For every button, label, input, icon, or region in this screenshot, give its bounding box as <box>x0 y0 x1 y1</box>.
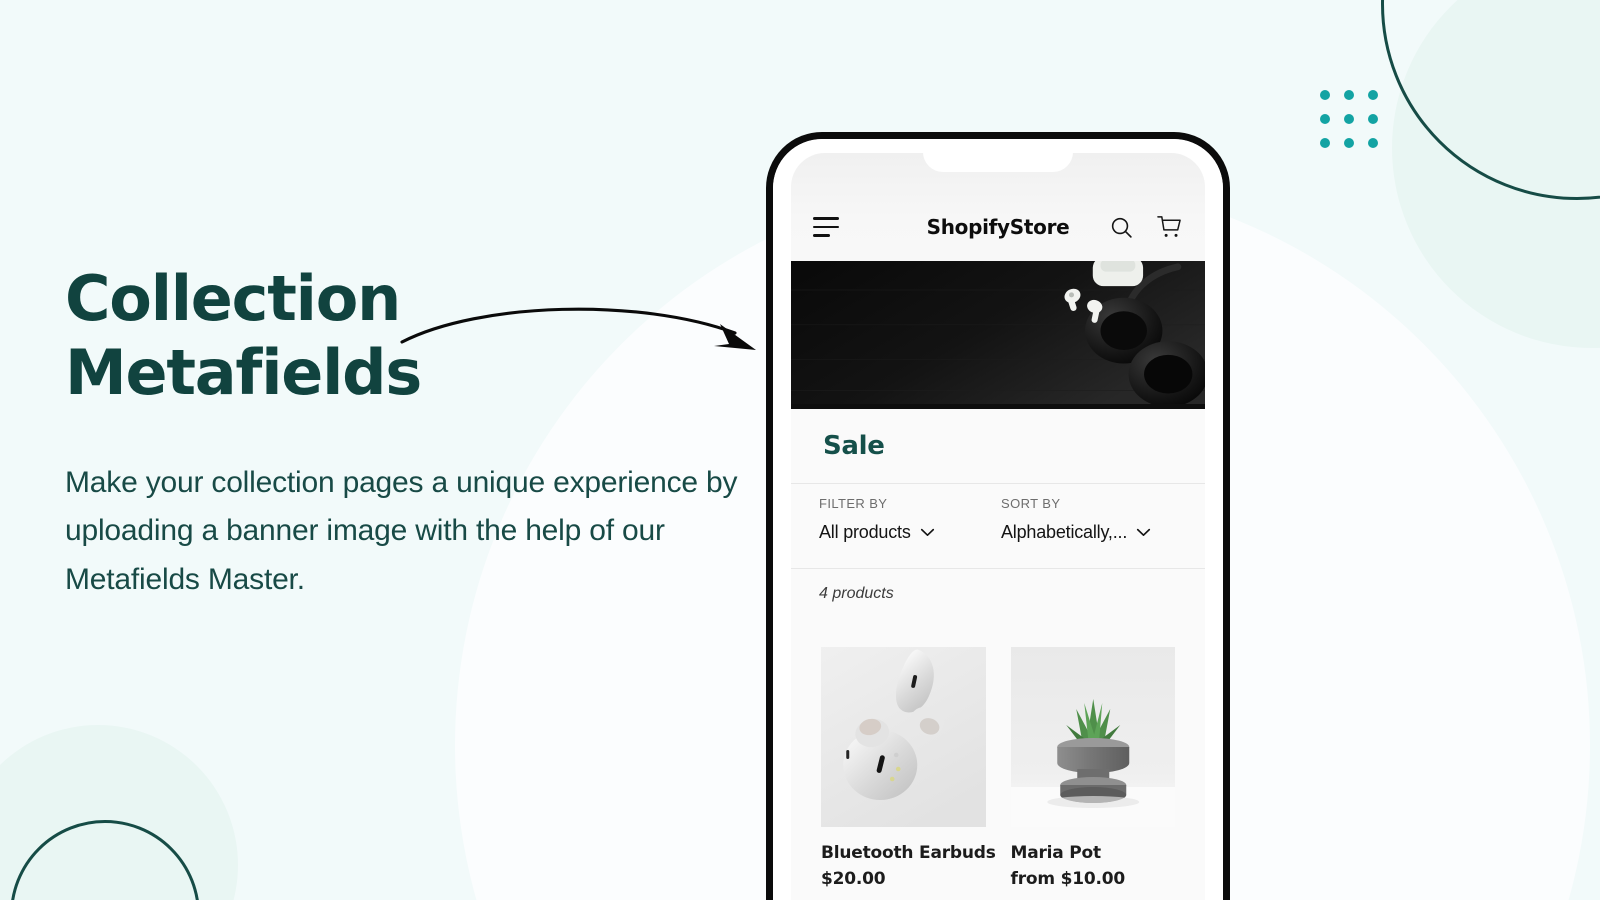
dot-icon <box>1344 90 1354 100</box>
sort-by-dropdown[interactable]: Alphabetically,... <box>1001 522 1183 543</box>
product-price: $20.00 <box>821 869 886 889</box>
search-icon[interactable] <box>1109 215 1134 240</box>
dot-grid-decoration <box>1320 90 1378 148</box>
sort-by-group: SORT BY Alphabetically,... <box>1001 496 1183 568</box>
hamburger-menu-icon[interactable] <box>813 217 839 237</box>
sort-by-label: SORT BY <box>1001 496 1061 511</box>
filter-by-group: FILTER BY All products <box>819 496 1001 568</box>
dot-icon <box>1368 90 1378 100</box>
shopping-cart-icon[interactable] <box>1156 215 1183 240</box>
dot-icon <box>1320 114 1330 124</box>
blob-top-right <box>1392 0 1600 348</box>
phone-notch <box>923 139 1073 172</box>
promo-banner-canvas: Collection Metafields Make your collecti… <box>0 0 1600 900</box>
dot-icon <box>1344 114 1354 124</box>
ring-bottom-left <box>10 820 200 900</box>
filter-by-value: All products <box>819 522 911 542</box>
filter-by-dropdown[interactable]: All products <box>819 522 1001 543</box>
dot-icon <box>1368 138 1378 148</box>
phone-screen: ShopifyStore Sale FILTER BY All products… <box>773 139 1223 900</box>
dot-icon <box>1368 114 1378 124</box>
product-card[interactable]: Bluetooth Earbuds $20.00 <box>821 647 996 900</box>
collection-title: Sale <box>791 409 1205 483</box>
earbuds-product-image[interactable] <box>821 647 986 827</box>
promo-description: Make your collection pages a unique expe… <box>65 465 738 596</box>
store-name: ShopifyStore <box>926 215 1070 239</box>
ring-top-right <box>1381 0 1600 200</box>
plant-pot-product-image[interactable] <box>1010 647 1175 827</box>
dot-icon <box>1344 138 1354 148</box>
product-card[interactable]: Maria Pot from $10.00 <box>1010 647 1175 900</box>
product-count: 4 products <box>791 569 1205 619</box>
collection-banner-image <box>791 261 1205 409</box>
dot-icon <box>1320 138 1330 148</box>
dot-icon <box>1320 90 1330 100</box>
product-title: Bluetooth Earbuds <box>821 843 996 863</box>
product-grid: Bluetooth Earbuds $20.00 Maria Pot from … <box>791 619 1205 900</box>
product-title: Maria Pot <box>1010 843 1102 863</box>
product-price: from $10.00 <box>1010 869 1126 889</box>
chevron-down-icon <box>920 528 934 537</box>
curved-arrow-right-icon <box>400 307 756 350</box>
sort-by-value: Alphabetically,... <box>1001 522 1128 542</box>
chevron-down-icon <box>1137 528 1151 537</box>
filter-sort-bar: FILTER BY All products SORT BY Alphabeti… <box>791 483 1205 569</box>
filter-by-label: FILTER BY <box>819 496 888 511</box>
phone-mockup: ShopifyStore Sale FILTER BY All products… <box>766 132 1230 900</box>
blob-bottom-left <box>0 725 238 900</box>
